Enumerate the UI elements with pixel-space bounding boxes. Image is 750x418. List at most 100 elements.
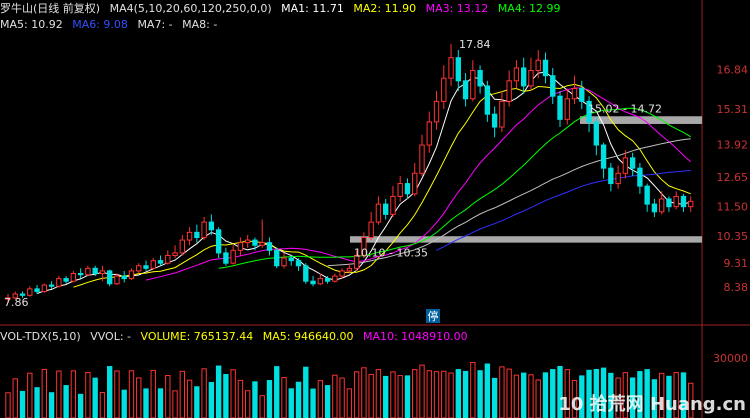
high-label: 17.84 bbox=[459, 38, 491, 51]
candle-body bbox=[644, 185, 650, 205]
candle-body bbox=[629, 157, 636, 169]
volume-bar bbox=[441, 370, 447, 418]
volume-bar bbox=[310, 388, 316, 418]
price-tick-label: 10.35 bbox=[717, 230, 749, 243]
volume-bar bbox=[491, 377, 498, 418]
volume-bar bbox=[346, 388, 353, 418]
candle-body bbox=[114, 275, 120, 285]
candle-body bbox=[550, 75, 556, 97]
vol-vvol: VVOL: - bbox=[90, 330, 132, 343]
volume-bar bbox=[295, 381, 302, 418]
candle-body bbox=[608, 167, 614, 185]
candle-body bbox=[27, 288, 33, 296]
volume-bar bbox=[535, 379, 541, 418]
candle-body bbox=[673, 195, 679, 208]
candle-body bbox=[281, 257, 287, 267]
volume-bar bbox=[128, 370, 135, 418]
volume-bar bbox=[150, 369, 156, 418]
candle-body bbox=[19, 293, 26, 296]
volume-bar bbox=[136, 377, 142, 418]
candle-body bbox=[477, 70, 483, 87]
volume-bar bbox=[274, 366, 280, 418]
volume-bar bbox=[34, 387, 40, 418]
candle-body bbox=[317, 278, 323, 285]
candle-body bbox=[288, 257, 294, 262]
volume-bar bbox=[375, 369, 382, 418]
candle-body bbox=[412, 172, 418, 195]
volume-bar bbox=[157, 388, 164, 418]
volume-bar bbox=[237, 379, 244, 418]
ma6-value: MA6: 9.08 bbox=[72, 18, 128, 31]
candle-body bbox=[564, 98, 570, 120]
ma3-value: MA3: 13.12 bbox=[425, 2, 489, 15]
band-lower-label: 10.10 - 10.35 bbox=[354, 247, 428, 260]
candle-body bbox=[121, 275, 127, 280]
candle-body bbox=[666, 198, 672, 208]
candle-body bbox=[659, 198, 665, 213]
candle-body bbox=[48, 284, 55, 287]
vol-ma10: MA10: 1048910.00 bbox=[362, 330, 468, 343]
ma4-value: MA4: 12.99 bbox=[497, 2, 561, 15]
volume-bar bbox=[194, 386, 200, 418]
candle-body bbox=[172, 252, 178, 256]
candle-body bbox=[426, 121, 432, 146]
candle-body bbox=[404, 183, 411, 195]
volume-bar bbox=[361, 367, 367, 418]
ma4-line bbox=[218, 107, 691, 269]
low-label: 7.86 bbox=[4, 296, 29, 309]
candle-body bbox=[455, 57, 461, 82]
candle-body bbox=[157, 260, 164, 264]
volume-bar bbox=[107, 366, 113, 418]
candle-body bbox=[499, 100, 505, 128]
price-tick-label: 11.50 bbox=[717, 201, 749, 214]
candle-body bbox=[419, 144, 425, 174]
volume-bar bbox=[390, 371, 396, 418]
volume-bar bbox=[165, 375, 171, 418]
volume-bar bbox=[462, 370, 469, 418]
price-tick-label: 15.31 bbox=[717, 103, 749, 116]
candle-body bbox=[310, 280, 316, 285]
volume-bar bbox=[542, 372, 549, 418]
candle-body bbox=[186, 231, 193, 241]
candle-body bbox=[107, 270, 113, 285]
volume-bar bbox=[528, 374, 534, 418]
candle-body bbox=[491, 113, 498, 128]
candle-body bbox=[70, 272, 77, 282]
volume-bar bbox=[506, 368, 512, 418]
volume-bar bbox=[412, 369, 418, 418]
band-upper-label: 15.02 - 14.72 bbox=[588, 102, 662, 115]
volume-bar bbox=[303, 366, 309, 418]
volume-bar bbox=[281, 377, 287, 418]
volume-bar bbox=[397, 375, 403, 418]
volume-bar bbox=[99, 391, 106, 418]
volume-bar bbox=[353, 371, 360, 418]
candle-body bbox=[128, 270, 135, 280]
volume-bar bbox=[77, 393, 84, 418]
volume-bar bbox=[521, 372, 527, 418]
volume-bar bbox=[48, 392, 55, 418]
price-tick-label: 16.84 bbox=[717, 64, 749, 77]
volume-bar bbox=[56, 370, 62, 418]
candle-body bbox=[680, 195, 687, 208]
candle-body bbox=[165, 254, 171, 264]
candle-body bbox=[150, 260, 156, 269]
candle-body bbox=[77, 272, 84, 276]
volume-bar bbox=[27, 372, 33, 418]
candle-body bbox=[528, 70, 534, 87]
candle-body bbox=[535, 59, 541, 72]
volume-bar bbox=[404, 375, 411, 418]
vol-ma5: MA5: 946640.00 bbox=[262, 330, 354, 343]
candle-body bbox=[259, 242, 265, 246]
candle-body bbox=[571, 88, 578, 100]
price-tick-label: 12.65 bbox=[717, 171, 749, 184]
candle-body bbox=[375, 203, 382, 223]
volume-bar bbox=[92, 377, 98, 418]
volume-bar bbox=[223, 373, 229, 418]
candle-body bbox=[223, 252, 229, 264]
candle-body bbox=[368, 221, 374, 239]
volume-bar bbox=[513, 374, 520, 418]
candle-body bbox=[339, 270, 345, 277]
volume-tick-label: 30000 bbox=[713, 352, 748, 365]
candle-body bbox=[252, 239, 258, 246]
volume-bar bbox=[368, 373, 374, 418]
